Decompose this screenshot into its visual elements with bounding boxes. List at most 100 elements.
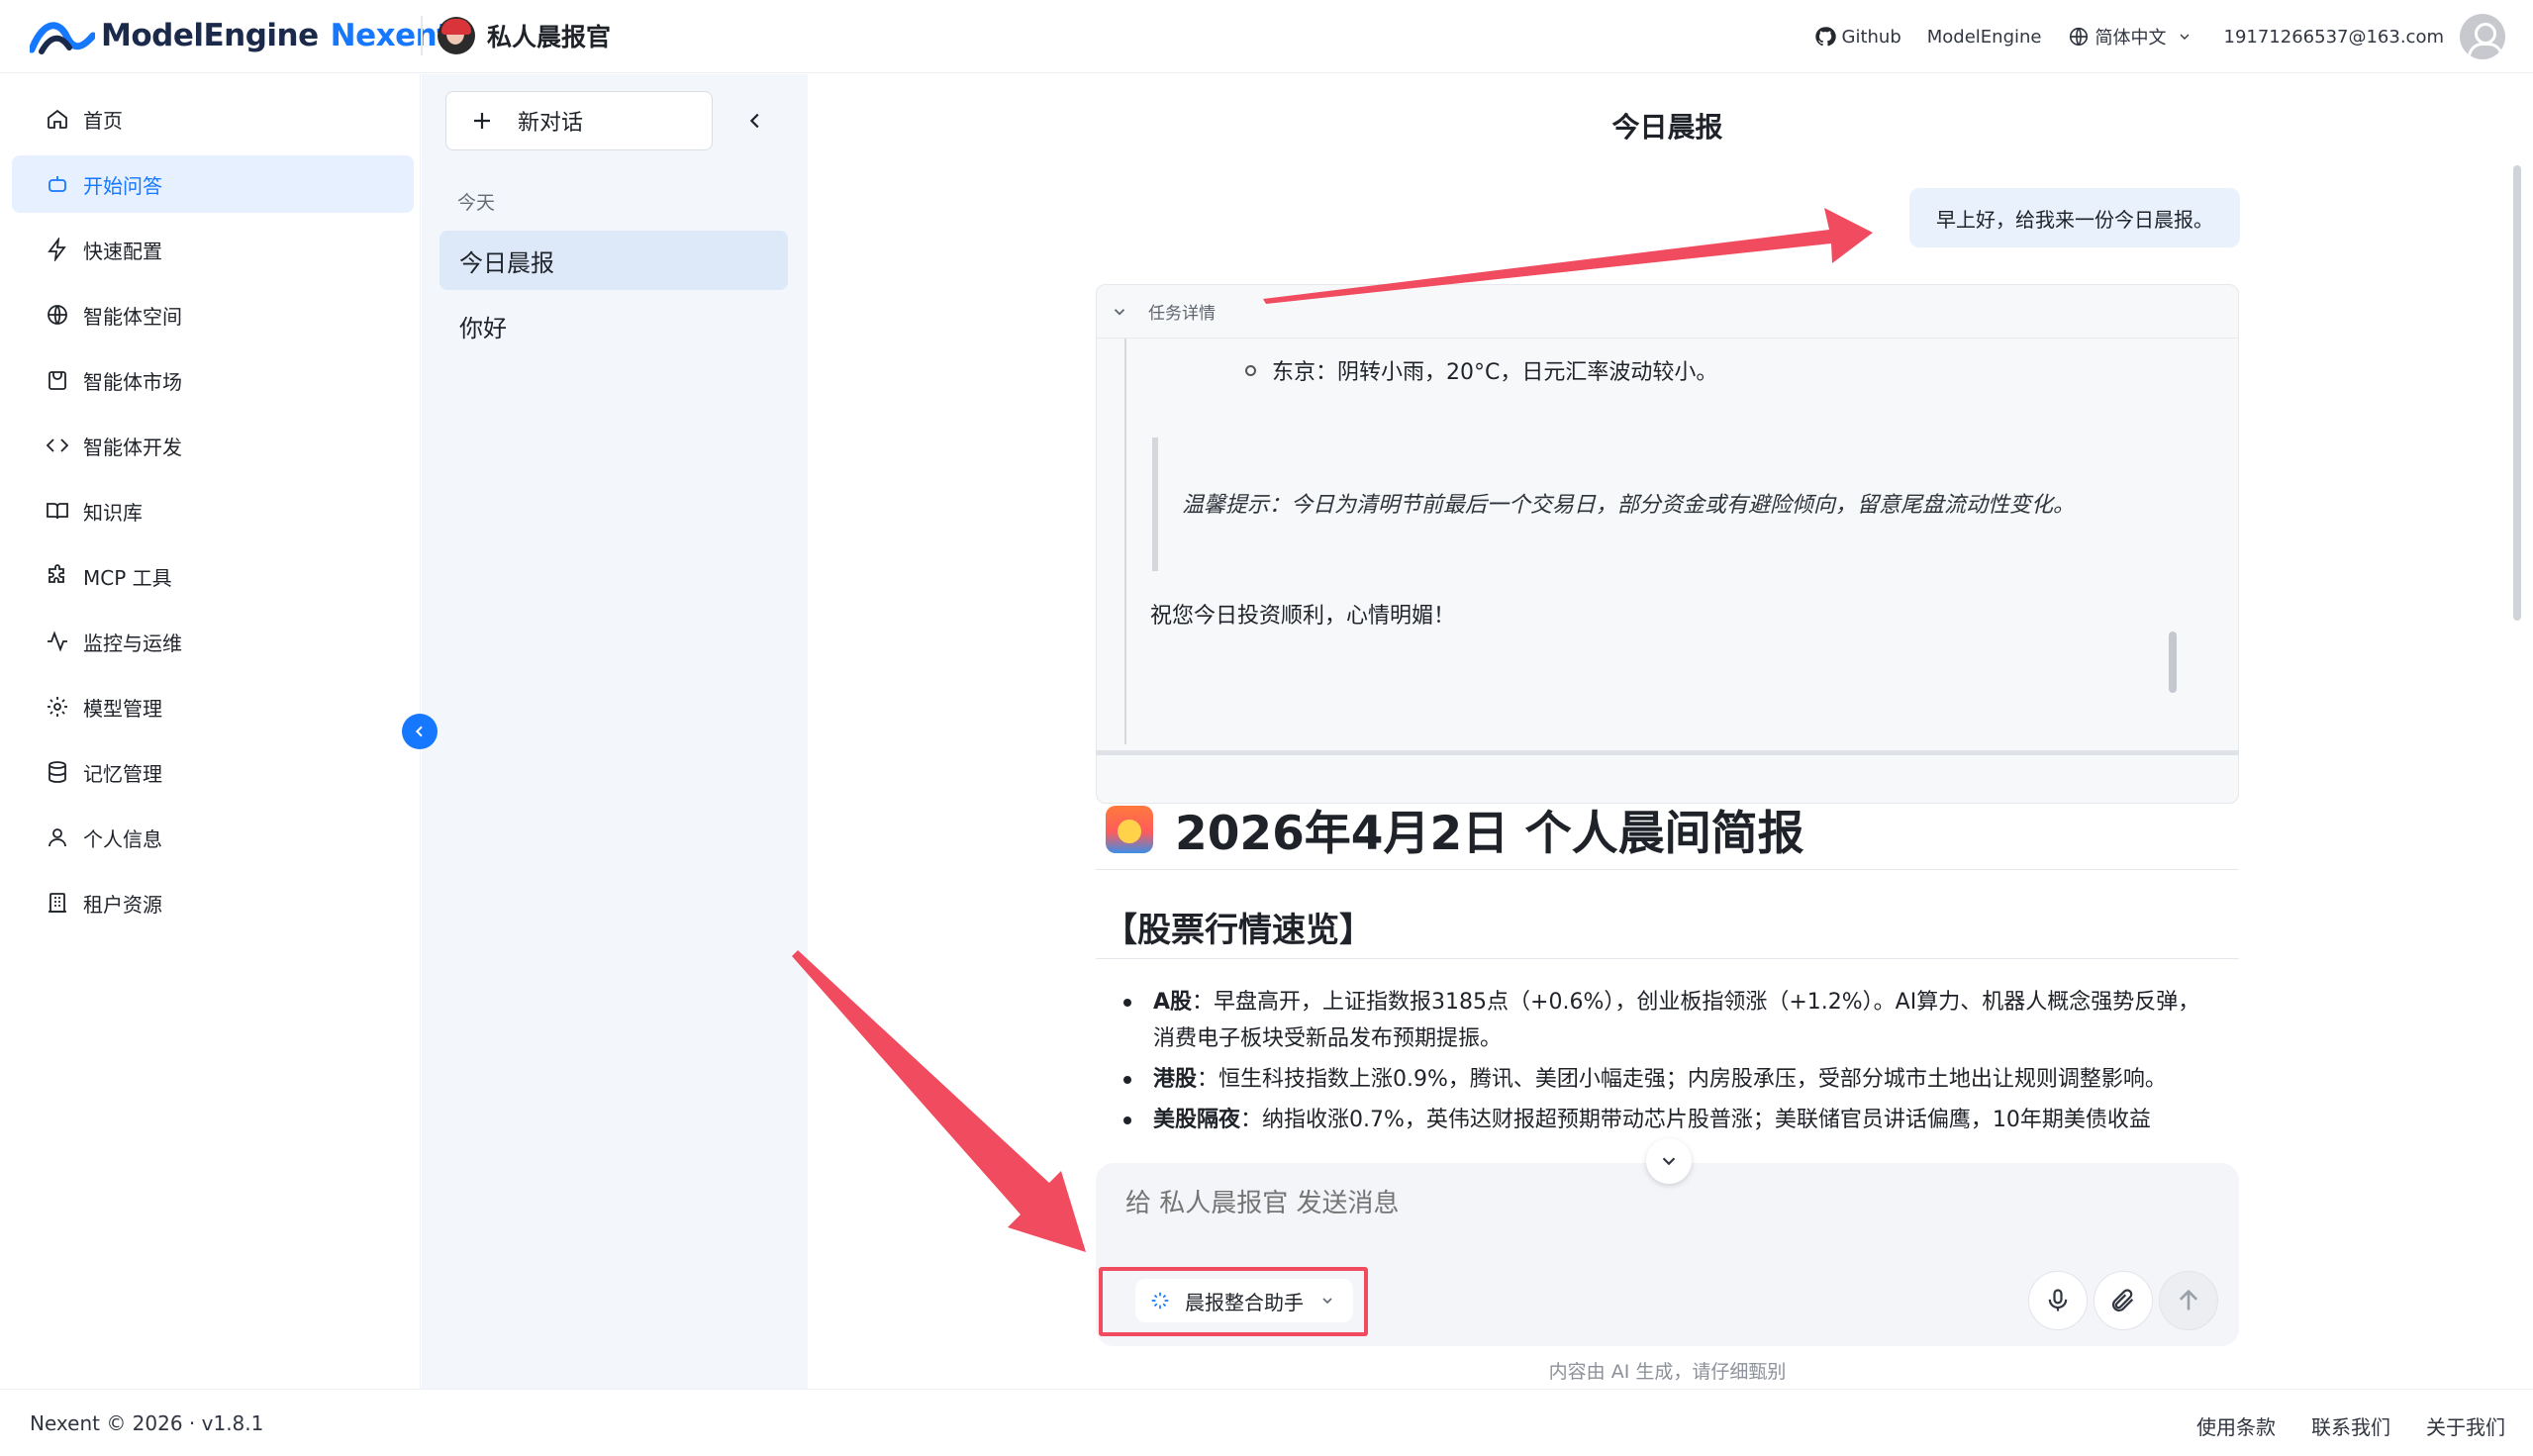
footer: Nexent © 2026 · v1.8.1 使用条款 联系我们 关于我们	[0, 1389, 2533, 1456]
sidebar-item-start-qa[interactable]: 开始问答	[12, 155, 414, 213]
sidebar-item-agent-space[interactable]: 智能体空间	[12, 286, 414, 343]
sidebar-item-label: 智能体市场	[83, 369, 182, 394]
user-icon	[49, 828, 66, 847]
task-details-panel: 任务详情 东京：阴转小雨，20°C，日元汇率波动较小。 温馨提示：今日为清明节前…	[1096, 284, 2239, 804]
sidebar-item-label: 开始问答	[83, 173, 162, 198]
sidebar-item-quick-config[interactable]: 快速配置	[12, 221, 414, 278]
collapse-conversation-list-button[interactable]	[738, 104, 772, 138]
user-message-text: 早上好，给我来一份今日晨报。	[1936, 207, 2213, 232]
hollow-bullet-icon	[1245, 364, 1256, 376]
conversation-item[interactable]: 你好	[439, 296, 788, 355]
robot-icon	[49, 176, 66, 192]
brand-name: ModelEngine	[101, 18, 319, 53]
chevron-down-icon	[2180, 34, 2189, 40]
language-selector[interactable]: 简体中文	[2068, 24, 2198, 49]
about-link[interactable]: 关于我们	[2426, 1411, 2505, 1440]
sidebar-item-label: 智能体开发	[83, 435, 182, 459]
new-chat-button[interactable]: 新对话	[445, 91, 713, 150]
task-details-toggle[interactable]: 任务详情	[1097, 285, 2238, 339]
sidebar-item-home[interactable]: 首页	[12, 90, 414, 147]
sidebar-item-label: 模型管理	[83, 696, 162, 721]
microphone-icon	[2048, 1289, 2068, 1311]
conversation-group-label: 今天	[457, 192, 496, 214]
bullet-text: ：纳指收涨0.7%，英伟达财报超预期带动芯片股普涨；美联储官员讲话偏鹰，10年期…	[1240, 1108, 2151, 1131]
sidebar-item-profile[interactable]: 个人信息	[12, 809, 414, 866]
report-title: 2026年4月2日 个人晨间简报	[1106, 795, 1804, 863]
heading-divider	[1096, 958, 2239, 959]
footer-links: 使用条款 联系我们 关于我们	[2196, 1411, 2505, 1440]
sidebar-item-label: 首页	[83, 108, 123, 133]
gear-icon	[48, 697, 67, 717]
sidebar-collapse-button[interactable]	[402, 714, 438, 749]
task-closing: 祝您今日投资顺利，心情明媚！	[1150, 604, 1456, 629]
brand-accent: Nexent	[330, 18, 451, 53]
header-actions: Github ModelEngine 简体中文 19171266537@163.…	[1789, 10, 2505, 63]
code-icon	[46, 438, 69, 452]
agent-name: 私人晨报官	[487, 23, 612, 51]
list-item: A股：早盘高开，上证指数报3185点（+0.6%），创业板指领涨（+1.2%）。…	[1104, 984, 2212, 1057]
sidebar-item-label: 快速配置	[83, 239, 162, 263]
globe-icon	[48, 305, 67, 325]
modelengine-link[interactable]: ModelEngine	[1927, 27, 2042, 48]
bullet-text: ：恒生科技指数上涨0.9%，腾讯、美团小幅走强；内房股承压，受部分城市土地出让规…	[1197, 1067, 2167, 1092]
chevron-left-icon	[749, 113, 759, 129]
send-button[interactable]	[2159, 1271, 2218, 1330]
sidebar-item-agent-dev[interactable]: 智能体开发	[12, 417, 414, 474]
heading-divider	[1096, 869, 2239, 870]
contact-link[interactable]: 联系我们	[2311, 1411, 2390, 1440]
sidebar-item-label: 记忆管理	[83, 761, 162, 786]
sidebar-item-label: 个人信息	[83, 826, 162, 851]
section-title: 【股票行情速览】	[1104, 911, 1373, 950]
sidebar-item-memory[interactable]: 记忆管理	[12, 743, 414, 801]
arrow-up-icon	[2179, 1289, 2198, 1310]
list-item: 东京：阴转小雨，20°C，日元汇率波动较小。	[1245, 354, 1717, 386]
attach-file-button[interactable]	[2094, 1271, 2153, 1330]
sidebar: 首页 开始问答 快速配置 智能体空间 智能体市场 智能体开发 知识库 MCP 工…	[0, 74, 421, 1389]
chat-panel: 今日晨报 早上好，给我来一份今日晨报。 任务详情 东京：阴转小雨，20°C，日元…	[809, 74, 2533, 1389]
user-avatar[interactable]	[2460, 14, 2505, 59]
sidebar-item-mcp-tools[interactable]: MCP 工具	[12, 547, 414, 605]
plus-icon	[474, 113, 490, 129]
sidebar-item-label: 知识库	[83, 500, 143, 525]
database-icon	[49, 761, 66, 783]
puzzle-icon	[49, 564, 64, 583]
stock-bullet-list: A股：早盘高开，上证指数报3185点（+0.6%），创业板指领涨（+1.2%）。…	[1104, 984, 2212, 1135]
current-agent: 私人晨报官	[438, 13, 611, 58]
sidebar-item-model-management[interactable]: 模型管理	[12, 678, 414, 735]
task-details-content: 东京：阴转小雨，20°C，日元汇率波动较小。 温馨提示：今日为清明节前最后一个交…	[1124, 339, 2213, 744]
modelengine-label: ModelEngine	[1926, 26, 2042, 48]
task-quote: 温馨提示：今日为清明节前最后一个交易日，部分资金或有避险倾向，留意尾盘流动性变化…	[1182, 493, 2076, 518]
user-message: 早上好，给我来一份今日晨报。	[1909, 188, 2240, 247]
chat-scrollbar[interactable]	[2513, 165, 2521, 621]
conversation-item[interactable]: 今日晨报	[439, 231, 788, 290]
task-panel-scrollbar[interactable]	[2169, 631, 2177, 693]
sidebar-item-label: MCP 工具	[83, 565, 172, 590]
list-item: 港股：恒生科技指数上涨0.9%，腾讯、美团小幅走强；内房股承压，受部分城市土地出…	[1104, 1061, 2212, 1098]
terms-link[interactable]: 使用条款	[2196, 1411, 2276, 1440]
activity-icon	[48, 631, 67, 652]
message-input[interactable]	[1125, 1189, 2016, 1218]
github-label: Github	[1841, 26, 1901, 48]
copyright: Nexent © 2026 · v1.8.1	[30, 1411, 264, 1435]
chevron-down-icon	[1662, 1157, 1676, 1166]
new-chat-label: 新对话	[518, 111, 584, 136]
brand-logo[interactable]: ModelEngine Nexent	[30, 12, 451, 59]
scroll-to-bottom-button[interactable]	[1646, 1138, 1692, 1184]
sidebar-item-monitoring[interactable]: 监控与运维	[12, 613, 414, 670]
bullet-text: ：早盘高开，上证指数报3185点（+0.6%），创业板指领涨（+1.2%）。AI…	[1153, 990, 2200, 1051]
chat-title: 今日晨报	[1611, 111, 1723, 144]
github-icon	[1814, 27, 1836, 47]
user-email: 19171266537@163.com	[2223, 26, 2445, 48]
sunrise-icon	[1106, 805, 1153, 853]
user-menu[interactable]: 19171266537@163.com	[2223, 14, 2505, 59]
voice-input-button[interactable]	[2028, 1271, 2088, 1330]
ai-disclaimer: 内容由 AI 生成，请仔细甄别	[1548, 1361, 1787, 1383]
top-header: ModelEngine Nexent 私人晨报官 Github ModelEng…	[0, 0, 2533, 73]
sidebar-item-knowledge-base[interactable]: 知识库	[12, 482, 414, 539]
blockquote-bar	[1152, 437, 1158, 571]
sidebar-item-tenant-resources[interactable]: 租户资源	[12, 874, 414, 931]
language-label: 简体中文	[2095, 28, 2167, 49]
github-link[interactable]: Github	[1814, 26, 1901, 48]
agent-avatar	[438, 17, 475, 54]
sidebar-item-agent-market[interactable]: 智能体市场	[12, 351, 414, 409]
